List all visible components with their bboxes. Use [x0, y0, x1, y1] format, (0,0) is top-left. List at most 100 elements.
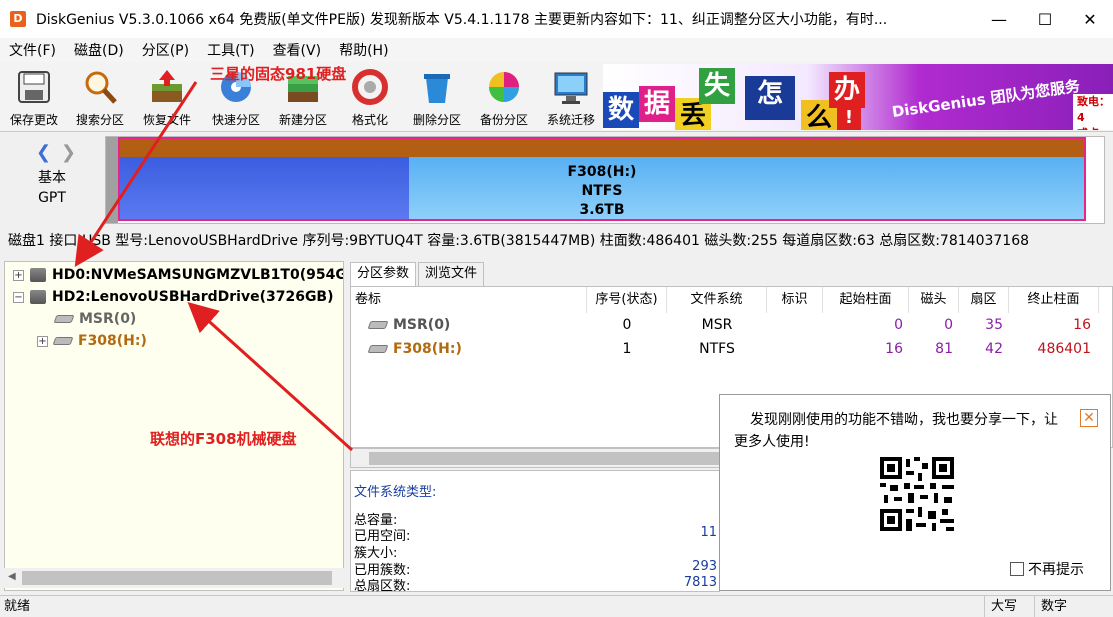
fs-total-sectors-label: 总扇区数:: [354, 579, 411, 594]
row-start-cyl: 0: [894, 317, 903, 333]
tree-item-label: HD0:NVMeSAMSUNGMZVLB1T0(954G: [52, 267, 344, 283]
menu-view[interactable]: 查看(V): [264, 40, 331, 60]
backup-partition-button[interactable]: 备份分区: [474, 64, 534, 130]
chevron-left-icon[interactable]: ❮: [36, 142, 51, 163]
col-header-sector[interactable]: 扇区: [959, 287, 1009, 313]
disk-type-line2: GPT: [38, 190, 66, 206]
minimize-button[interactable]: —: [976, 0, 1022, 38]
tool-label: 保存更改: [9, 113, 58, 127]
col-header-fs[interactable]: 文件系统: [667, 287, 767, 313]
row-label-cell: F308(H:): [367, 337, 462, 361]
tool-label: 恢复文件: [142, 113, 191, 127]
delete-icon: [418, 68, 456, 106]
row-label-cell: MSR(0): [367, 313, 451, 337]
expand-icon[interactable]: +: [13, 269, 24, 281]
dont-show-again-label: 不再提示: [1028, 562, 1084, 578]
col-header-flag[interactable]: 标识: [767, 287, 823, 313]
search-partition-button[interactable]: 搜索分区: [70, 64, 130, 130]
system-migration-button[interactable]: 系统迁移: [541, 64, 601, 130]
msr-partition-block[interactable]: [106, 137, 118, 223]
tool-label: 备份分区: [479, 113, 528, 127]
menu-file[interactable]: 文件(F): [0, 40, 65, 60]
disk-info-line: 磁盘1 接口:USB 型号:LenovoUSBHardDrive 序列号:9BY…: [8, 233, 1030, 249]
search-icon: [81, 68, 119, 106]
banner-tile: 怎: [745, 76, 795, 120]
col-header-start-cyl[interactable]: 起始柱面: [823, 287, 909, 313]
format-button[interactable]: 格式化: [340, 64, 400, 130]
recover-files-button[interactable]: 恢复文件: [137, 64, 197, 130]
migrate-icon: [552, 68, 590, 106]
fs-type-label: 文件系统类型:: [354, 485, 437, 500]
row-sector: 35: [985, 317, 1003, 333]
caps-indicator: 大写: [984, 596, 1028, 617]
row-label: F308(H:): [393, 341, 462, 357]
col-header-seq[interactable]: 序号(状态): [587, 287, 667, 313]
menu-help[interactable]: 帮助(H): [330, 40, 397, 60]
popup-close-button[interactable]: ✕: [1080, 409, 1098, 427]
tool-label: 删除分区: [412, 113, 461, 127]
partition-icon: [367, 345, 389, 353]
menu-bar: 文件(F) 磁盘(D) 分区(P) 工具(T) 查看(V) 帮助(H): [0, 38, 1113, 62]
tree-item-hd2[interactable]: − HD2:LenovoUSBHardDrive(3726GB): [13, 286, 334, 308]
disk-map: ❮ ❯ 基本 GPT F308(H:) NTFS 3.6TB: [0, 132, 1113, 228]
col-header-label[interactable]: 卷标: [351, 287, 587, 313]
dont-show-again-checkbox[interactable]: [1010, 562, 1024, 576]
window-title: DiskGenius V5.3.0.1066 x64 免费版(单文件PE版) 发…: [36, 12, 888, 28]
fs-total-sectors-value: 7813: [683, 575, 717, 590]
tree-item-f308[interactable]: + F308(H:): [37, 330, 147, 352]
banner-contact: 致电：4 或点: [1073, 94, 1113, 130]
banner-contact-line2: 或点: [1077, 126, 1113, 130]
menu-disk[interactable]: 磁盘(D): [65, 40, 133, 60]
scroll-left-icon[interactable]: ◀: [8, 571, 16, 582]
save-changes-button[interactable]: 保存更改: [4, 64, 64, 130]
disk-type: 基本 GPT: [38, 168, 66, 208]
scroll-thumb[interactable]: [369, 452, 719, 465]
annotation-samsung: 三星的固态981硬盘: [210, 65, 347, 83]
fs-info-panel: 文件系统类型: 总容量: 已用空间: 簇大小: 已用簇数: 总扇区数: 11 2…: [350, 470, 720, 594]
f308-partition-block[interactable]: F308(H:) NTFS 3.6TB: [118, 137, 1086, 221]
save-icon: [15, 68, 53, 106]
row-head: 0: [944, 317, 953, 333]
detail-tabs: 分区参数 浏览文件: [350, 262, 486, 286]
tree-item-label: HD2:LenovoUSBHardDrive(3726GB): [52, 289, 334, 305]
tab-partition-params[interactable]: 分区参数: [350, 262, 417, 286]
scroll-thumb[interactable]: [22, 571, 332, 585]
col-header-end-cyl[interactable]: 终止柱面: [1009, 287, 1099, 313]
banner-tile: 据: [639, 86, 675, 122]
row-end-cyl: 16: [1073, 317, 1091, 333]
partition-fs: NTFS: [581, 183, 623, 199]
collapse-icon[interactable]: −: [13, 291, 24, 303]
disk-tree: + HD0:NVMeSAMSUNGMZVLB1T0(954G − HD2:Len…: [4, 261, 344, 591]
delete-partition-button[interactable]: 删除分区: [407, 64, 467, 130]
menu-tools[interactable]: 工具(T): [198, 40, 263, 60]
row-label: MSR(0): [393, 317, 451, 333]
banner-tile: !: [837, 106, 861, 130]
row-fs: MSR: [701, 317, 733, 333]
ad-banner[interactable]: 数 据 丢 失 怎 么 办 ! DiskGenius 团队为您服务 致电：4 或…: [603, 64, 1113, 130]
status-bar: 就绪 大写 数字: [0, 595, 1113, 617]
tree-hscrollbar[interactable]: ◀: [4, 568, 344, 588]
dont-show-again[interactable]: 不再提示: [1010, 559, 1084, 579]
tree-item-label: F308(H:): [78, 333, 147, 349]
fs-used-clusters-value: 293: [692, 559, 717, 574]
maximize-button[interactable]: ☐: [1022, 0, 1068, 38]
menu-partition[interactable]: 分区(P): [133, 40, 198, 60]
table-hscrollbar[interactable]: [350, 448, 720, 468]
format-icon: [351, 68, 389, 106]
tree-item-msr[interactable]: MSR(0): [53, 308, 137, 330]
tab-browse-files[interactable]: 浏览文件: [418, 262, 485, 286]
status-text: 就绪: [4, 599, 31, 614]
row-sector: 42: [985, 341, 1003, 357]
expand-icon[interactable]: +: [37, 335, 48, 347]
tree-item-label: MSR(0): [79, 311, 137, 327]
tool-label: 格式化: [351, 113, 388, 127]
chevron-right-icon[interactable]: ❯: [61, 142, 76, 163]
partition-size: 3.6TB: [579, 202, 625, 218]
close-button[interactable]: ✕: [1067, 0, 1113, 38]
partition-icon: [367, 321, 389, 329]
tree-item-hd0[interactable]: + HD0:NVMeSAMSUNGMZVLB1T0(954G: [13, 264, 344, 286]
partition-labels: F308(H:) NTFS 3.6TB: [120, 163, 1084, 220]
row-fs: NTFS: [699, 341, 735, 357]
col-header-head[interactable]: 磁头: [909, 287, 959, 313]
row-end-cyl: 486401: [1037, 341, 1091, 357]
